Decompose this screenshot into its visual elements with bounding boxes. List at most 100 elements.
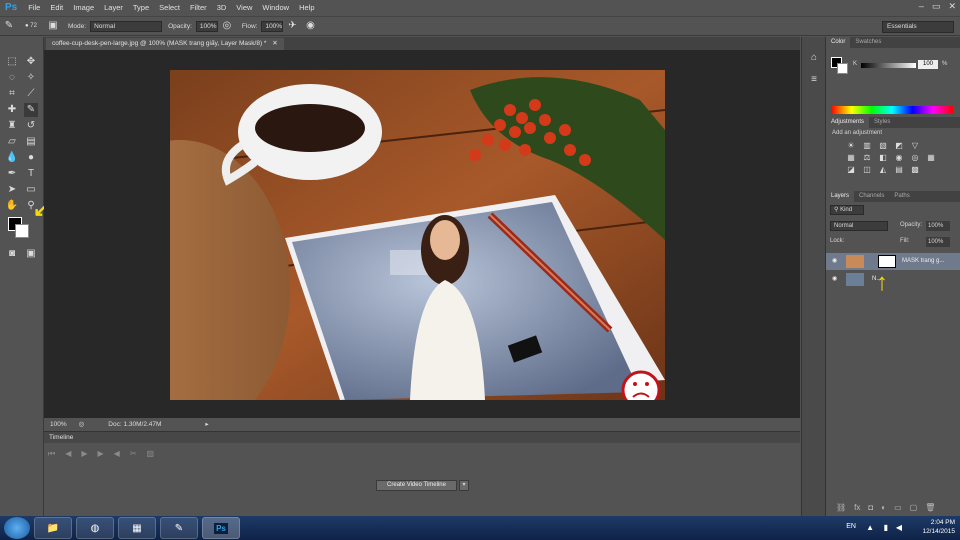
tab-layers[interactable]: Layers [826, 191, 855, 202]
menu-filter[interactable]: Filter [185, 3, 212, 12]
move-tool-icon[interactable]: ✥ [24, 55, 38, 69]
zoom-level[interactable]: 100% [50, 421, 67, 428]
start-button[interactable] [4, 517, 30, 539]
language-indicator[interactable]: EN [846, 523, 856, 530]
eraser-icon[interactable]: ▱ [5, 135, 19, 149]
layer-mask-thumbnail[interactable] [878, 255, 896, 268]
close-tab-icon[interactable]: ✕ [272, 40, 277, 47]
workspace-switcher[interactable]: Essentials [882, 21, 954, 33]
media-taskbar-icon[interactable]: ▦ [118, 517, 156, 539]
airbrush-icon[interactable]: ✈ [286, 20, 298, 32]
gradient-icon[interactable]: ▤ [24, 135, 38, 149]
menu-window[interactable]: Window [257, 3, 294, 12]
photo-filter-icon[interactable]: ◉ [892, 153, 906, 162]
opacity-input[interactable]: 100% [195, 20, 218, 32]
close-button[interactable]: ✕ [948, 1, 956, 12]
document-tab[interactable]: coffee-cup-desk-pen-large.jpg @ 100% (MA… [46, 38, 284, 50]
type-tool-icon[interactable]: T [24, 167, 38, 181]
bg-color-chip[interactable] [837, 63, 848, 74]
menu-view[interactable]: View [231, 3, 257, 12]
pressure-opacity-icon[interactable]: ◎ [221, 20, 233, 32]
tab-swatches[interactable]: Swatches [850, 37, 886, 48]
layer-thumbnail[interactable] [846, 255, 864, 268]
layer-row-background[interactable]: ◉ N... [826, 271, 960, 288]
canvas-area[interactable] [44, 50, 800, 418]
menu-help[interactable]: Help [294, 3, 319, 12]
visibility-eye-icon[interactable]: ◉ [832, 253, 837, 270]
k-slider[interactable] [861, 63, 916, 68]
maximize-button[interactable]: ▭ [932, 1, 941, 12]
color-spectrum[interactable] [831, 106, 953, 114]
flow-input[interactable]: 100% [261, 20, 284, 32]
invert-icon[interactable]: ◪ [844, 165, 858, 174]
lookup-icon[interactable]: ▦ [924, 153, 938, 162]
visibility-eye-icon[interactable]: ◉ [832, 271, 837, 288]
paint-taskbar-icon[interactable]: ✎ [160, 517, 198, 539]
tray-arrow-icon[interactable]: ▲ [866, 523, 874, 532]
menu-edit[interactable]: Edit [45, 3, 68, 12]
levels-icon[interactable]: ▥ [860, 141, 874, 150]
minimize-button[interactable]: – [919, 1, 924, 12]
photoshop-taskbar-icon[interactable]: Ps [202, 517, 240, 539]
shape-tool-icon[interactable]: ▭ [24, 183, 38, 197]
path-select-icon[interactable]: ➤ [5, 183, 19, 197]
brush-preset-picker[interactable]: ● 72 [21, 20, 41, 32]
tab-channels[interactable]: Channels [854, 191, 889, 202]
dodge-tool-icon[interactable]: ● [24, 151, 38, 165]
tab-adjustments[interactable]: Adjustments [826, 117, 870, 128]
eyedropper-icon[interactable]: ⟋ [24, 87, 38, 101]
mode-select[interactable]: Normal [90, 20, 163, 32]
channel-mixer-icon[interactable]: ◎ [908, 153, 922, 162]
layer-row-mask[interactable]: ◉ MASK trang g... [826, 253, 960, 270]
bw-icon[interactable]: ◧ [876, 153, 890, 162]
properties-icon[interactable]: ≡ [807, 73, 821, 87]
quick-mask-icon[interactable]: ◙ [5, 247, 19, 261]
prev-frame-icon[interactable]: ◀ [65, 449, 71, 459]
menu-file[interactable]: File [23, 3, 45, 12]
brightness-icon[interactable]: ☀ [844, 141, 858, 150]
fill-input[interactable]: 100% [926, 237, 950, 247]
adjustment-layer-icon[interactable]: ◐ [881, 503, 886, 512]
threshold-icon[interactable]: ◭ [876, 165, 890, 174]
history-icon[interactable]: ⌂ [807, 51, 821, 65]
fx-icon[interactable]: fx [854, 503, 860, 512]
audio-icon[interactable]: ◀ [114, 449, 120, 459]
blur-tool-icon[interactable]: 💧 [5, 151, 19, 165]
timeline-dropdown[interactable]: ▾ [459, 480, 469, 491]
network-icon[interactable]: ▮ [884, 523, 888, 532]
new-layer-icon[interactable]: ▢ [910, 503, 918, 512]
menu-select[interactable]: Select [154, 3, 185, 12]
hue-icon[interactable]: ▦ [844, 153, 858, 162]
posterize-icon[interactable]: ◫ [860, 165, 874, 174]
brush-tool-icon[interactable]: ✎ [24, 103, 38, 117]
healing-brush-icon[interactable]: ✚ [5, 103, 19, 117]
add-mask-icon[interactable]: ◘ [868, 503, 873, 512]
layer-name[interactable]: MASK trang g... [902, 253, 944, 270]
pressure-size-icon[interactable]: ◉ [304, 20, 316, 32]
blend-mode-select[interactable]: Normal [830, 221, 888, 231]
marquee-tool-icon[interactable]: ⬚ [5, 55, 19, 69]
pen-tool-icon[interactable]: ✒ [5, 167, 19, 181]
menu-3d[interactable]: 3D [212, 3, 232, 12]
link-layers-icon[interactable]: ⛓ [836, 503, 846, 512]
gradient-map-icon[interactable]: ▤ [892, 165, 906, 174]
transition-icon[interactable]: ▨ [147, 449, 155, 459]
volume-icon[interactable]: ◀ [896, 523, 902, 532]
menu-type[interactable]: Type [128, 3, 154, 12]
brush-tool-icon[interactable]: ✎ [3, 20, 15, 32]
history-brush-icon[interactable]: ↺ [24, 119, 38, 133]
menu-image[interactable]: Image [68, 3, 99, 12]
status-menu-icon[interactable]: ▸ [205, 420, 208, 428]
layer-thumbnail[interactable] [846, 273, 864, 286]
tab-paths[interactable]: Paths [889, 191, 914, 202]
explorer-taskbar-icon[interactable]: 📁 [34, 517, 72, 539]
create-video-timeline-button[interactable]: Create Video Timeline [376, 480, 457, 491]
crop-tool-icon[interactable]: ⌗ [5, 87, 19, 101]
layer-opacity-input[interactable]: 100% [926, 221, 950, 231]
vibrance-icon[interactable]: ▽ [908, 141, 922, 150]
exposure-icon[interactable]: ◩ [892, 141, 906, 150]
brush-panel-icon[interactable]: ▣ [47, 20, 59, 32]
clone-stamp-icon[interactable]: ♜ [5, 119, 19, 133]
screen-mode-icon[interactable]: ▣ [24, 247, 38, 261]
next-frame-icon[interactable]: ▶ [98, 449, 104, 459]
